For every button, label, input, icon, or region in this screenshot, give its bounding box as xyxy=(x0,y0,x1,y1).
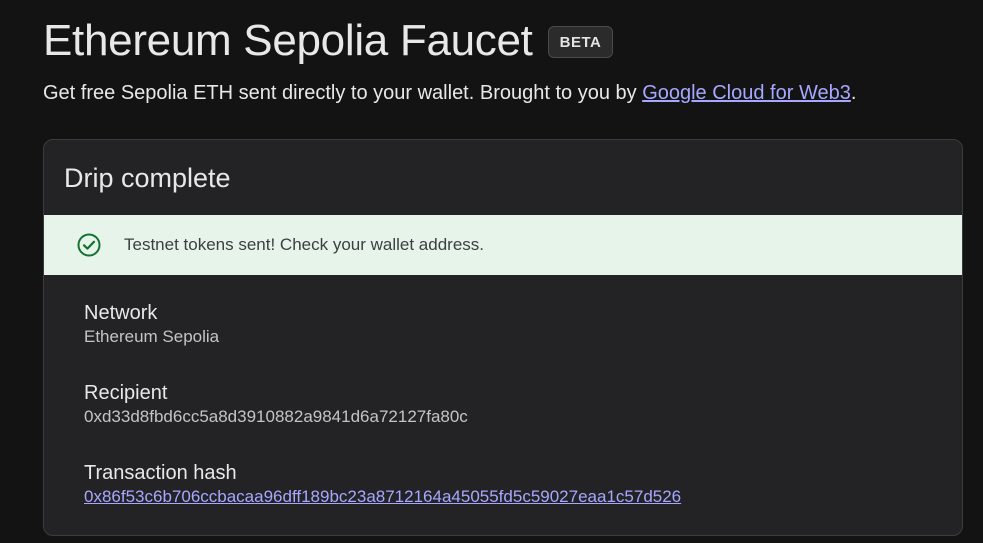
drip-result-card: Drip complete Testnet tokens sent! Check… xyxy=(43,139,963,536)
subtitle-end: . xyxy=(850,82,857,104)
transaction-field: Transaction hash 0x86f53c6b706ccbacaa96d… xyxy=(84,461,681,508)
network-value: Ethereum Sepolia xyxy=(84,327,220,346)
page-subtitle: Get free Sepolia ETH sent directly to yo… xyxy=(43,81,856,105)
title-row: Ethereum Sepolia Faucet BETA xyxy=(43,14,614,68)
transaction-label: Transaction hash xyxy=(84,462,237,484)
page-title: Ethereum Sepolia Faucet xyxy=(43,16,533,65)
recipient-field: Recipient 0xd33d8fbd6cc5a8d3910882a9841d… xyxy=(84,381,468,428)
check-circle-icon xyxy=(77,233,101,257)
recipient-value: 0xd33d8fbd6cc5a8d3910882a9841d6a72127fa8… xyxy=(84,407,468,426)
success-message: Testnet tokens sent! Check your wallet a… xyxy=(124,235,485,254)
network-field: Network Ethereum Sepolia xyxy=(84,301,219,348)
google-cloud-web3-link[interactable]: Google Cloud for Web3 xyxy=(642,82,851,104)
transaction-hash-link[interactable]: 0x86f53c6b706ccbacaa96dff189bc23a8712164… xyxy=(84,486,681,508)
success-banner: Testnet tokens sent! Check your wallet a… xyxy=(44,215,962,275)
beta-badge: BETA xyxy=(547,26,614,58)
card-title: Drip complete xyxy=(64,163,231,193)
page: Ethereum Sepolia Faucet BETA Get free Se… xyxy=(0,0,983,543)
recipient-label: Recipient xyxy=(84,382,168,404)
subtitle-text: Get free Sepolia ETH sent directly to yo… xyxy=(43,82,643,104)
network-label: Network xyxy=(84,302,158,324)
